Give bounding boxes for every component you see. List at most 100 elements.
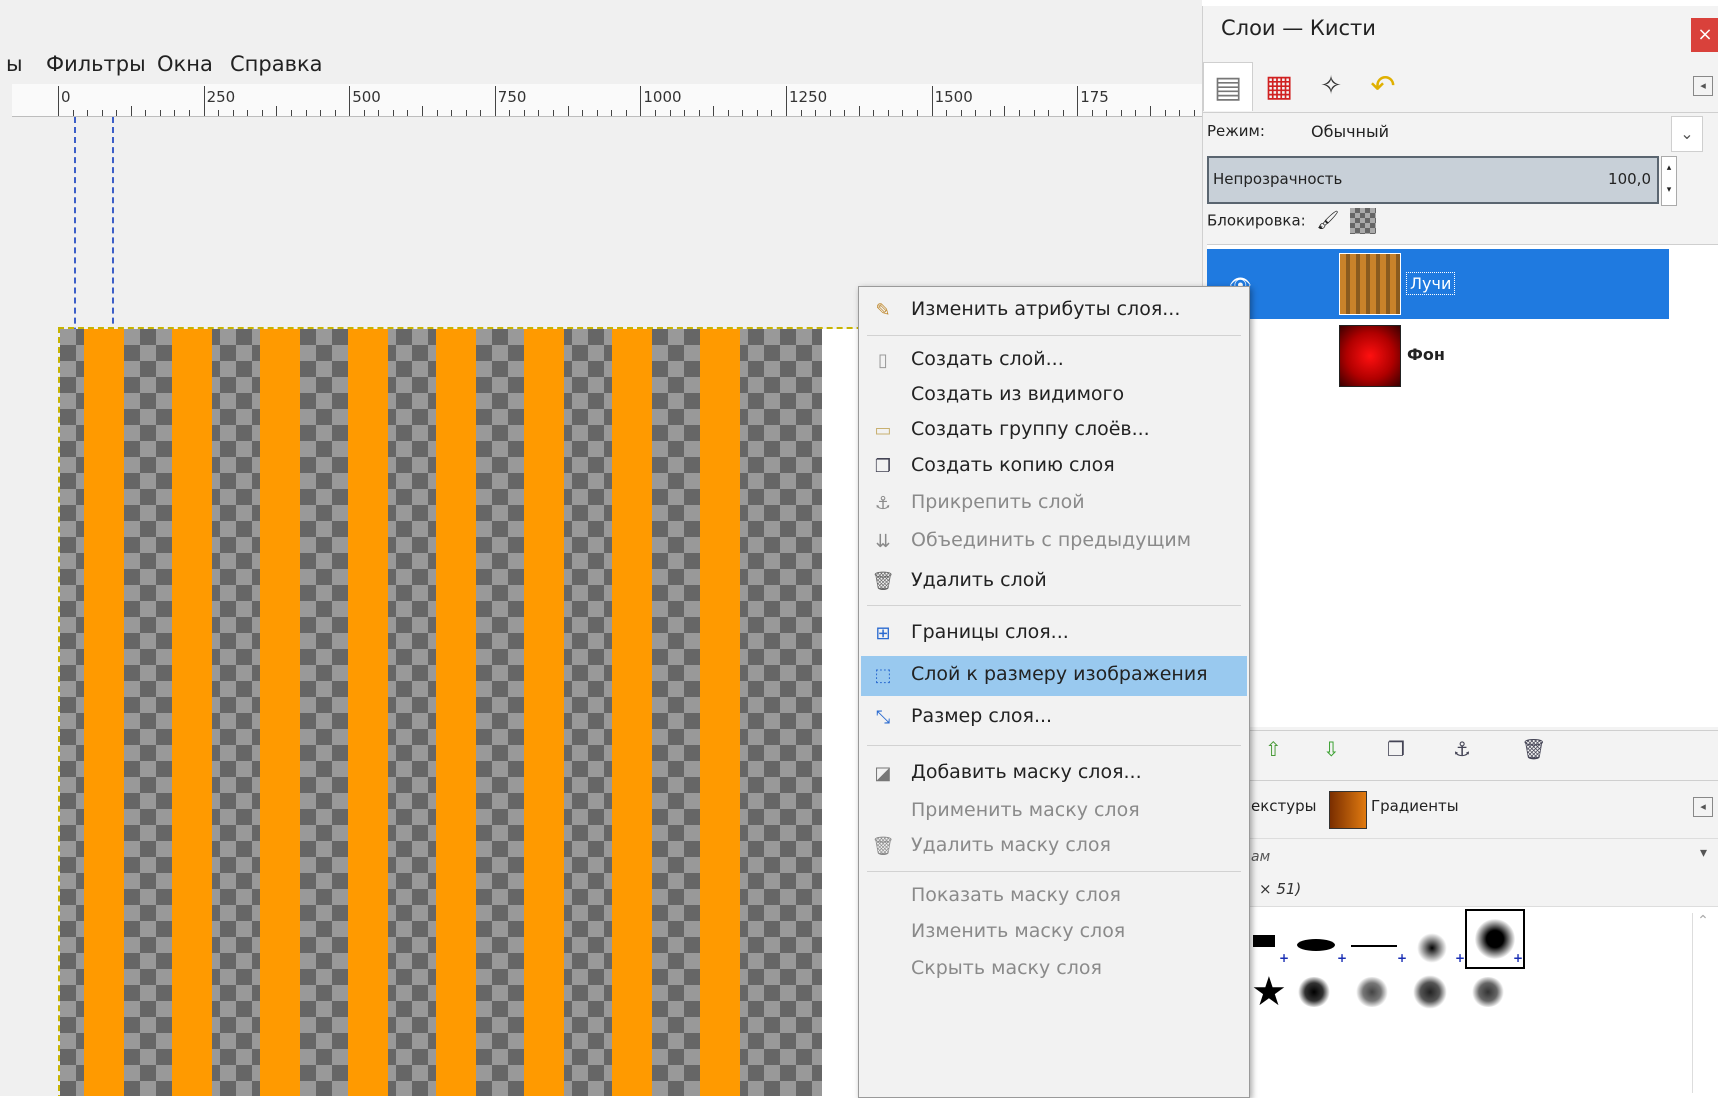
ruler-tick xyxy=(1135,110,1137,116)
mode-label: Режим: xyxy=(1207,122,1265,140)
menu-item-delete-layer-mask[interactable]: 🗑 Удалить маску слоя xyxy=(861,829,1247,865)
menu-item-edit-layer-mask[interactable]: Изменить маску слоя xyxy=(861,915,1247,951)
layer-row-rays[interactable]: 👁 Лучи xyxy=(1207,249,1669,319)
ruler-tick xyxy=(684,110,686,116)
menu-item-layer-boundary[interactable]: ⊞ Границы слоя... xyxy=(861,616,1247,652)
menu-item-show-layer-mask[interactable]: Показать маску слоя xyxy=(861,879,1247,915)
layer-name[interactable]: Лучи xyxy=(1405,272,1456,295)
menu-item-new-layer-group[interactable]: ▭ Создать группу слоёв... xyxy=(861,413,1247,449)
orange-stripe xyxy=(348,329,388,1096)
orange-stripe xyxy=(436,329,476,1096)
menu-item-disable-layer-mask[interactable]: Скрыть маску слоя xyxy=(861,952,1247,988)
ruler-tick xyxy=(946,110,948,116)
menu-item-merge-down[interactable]: ⇊ Объединить с предыдущим xyxy=(861,524,1247,560)
anchor-layer-icon[interactable]: ⚓ xyxy=(1453,737,1471,761)
ruler-tick xyxy=(130,106,132,116)
ruler-tick xyxy=(887,110,889,116)
gradient-swatch[interactable] xyxy=(1329,791,1367,829)
ruler-label: 500 xyxy=(352,88,381,106)
lock-alpha-icon[interactable] xyxy=(1350,208,1377,234)
brush-grid[interactable]: + + + + + ⌃ ★ xyxy=(1203,906,1718,1097)
ruler-tick xyxy=(276,106,278,116)
splatter-brush[interactable] xyxy=(1413,975,1447,1009)
dock-menu-icon[interactable]: ◂ xyxy=(1693,76,1713,96)
ruler-tick xyxy=(800,110,802,116)
brush-item[interactable] xyxy=(1351,925,1397,971)
splatter-brush[interactable] xyxy=(1355,977,1389,1007)
layers-icon: ▤ xyxy=(1213,69,1243,105)
ruler-tick xyxy=(1164,110,1166,116)
menu-item-anchor-layer[interactable]: ⚓ Прикрепить слой xyxy=(861,486,1247,522)
layer-row-background[interactable]: Фон xyxy=(1207,321,1669,391)
ruler-tick xyxy=(786,86,787,116)
menu-help[interactable]: Справка xyxy=(230,52,323,76)
ruler-tick xyxy=(436,110,438,116)
brush-item[interactable] xyxy=(1409,925,1455,971)
tab-channels[interactable]: ▦ xyxy=(1255,62,1303,110)
dock-menu-icon[interactable]: ◂ xyxy=(1693,797,1713,817)
lower-layer-icon[interactable]: ⇩ xyxy=(1323,737,1340,761)
add-mask-icon: ◪ xyxy=(874,763,892,784)
ruler-tick xyxy=(261,110,263,116)
menu-separator xyxy=(867,745,1241,746)
opacity-slider[interactable]: Непрозрачность 100,0 xyxy=(1207,156,1659,204)
close-button[interactable]: × xyxy=(1691,18,1718,52)
ruler-label: 1500 xyxy=(934,88,973,106)
ruler-tick xyxy=(742,110,744,116)
plus-icon: + xyxy=(1279,951,1290,965)
duplicate-layer-icon[interactable]: ❐ xyxy=(1387,737,1405,761)
mode-select[interactable]: Обычный ⌄ xyxy=(1311,116,1703,152)
brush-filter[interactable]: ам ▾ xyxy=(1203,838,1718,875)
ruler-tick xyxy=(975,110,977,116)
tab-paths[interactable]: ✧ xyxy=(1307,62,1355,110)
star-brush-icon[interactable]: ★ xyxy=(1251,969,1287,1015)
ruler-tick xyxy=(422,106,423,116)
splatter-brush[interactable] xyxy=(1471,977,1505,1007)
menu-item-cut[interactable]: ы xyxy=(6,52,23,76)
opacity-spinner[interactable]: ▴ ▾ xyxy=(1661,156,1677,206)
ruler-tick xyxy=(611,110,613,116)
opacity-value: 100,0 xyxy=(1608,170,1651,188)
dock-title: Слои — Кисти xyxy=(1221,16,1376,40)
menu-item-layer-to-image-size[interactable]: ⬚ Слой к размеру изображения xyxy=(861,656,1247,696)
ruler-label: 750 xyxy=(497,88,527,106)
ruler-label: 1250 xyxy=(789,88,828,106)
horizontal-ruler[interactable]: 0 250 500 750 1000 1250 1500 175 xyxy=(12,84,1202,117)
layers-dock: Слои — Кисти × ▤ ▦ ✧ ↶ ◂ Режим: Обычный … xyxy=(1202,6,1718,1097)
menu-item-duplicate-layer[interactable]: ❐ Создать копию слоя xyxy=(861,449,1247,485)
brush-item[interactable] xyxy=(1293,925,1339,971)
menu-item-edit-attributes[interactable]: ✎ Изменить атрибуты слоя... xyxy=(861,293,1247,329)
menu-item-scale-layer[interactable]: ⤡ Размер слоя... xyxy=(861,700,1247,736)
menu-item-delete-layer[interactable]: 🗑 Удалить слой xyxy=(861,564,1247,600)
ruler-tick xyxy=(654,110,656,116)
vertical-ruler[interactable] xyxy=(0,84,12,1096)
layer-thumbnail xyxy=(1339,253,1401,315)
menu-item-new-layer[interactable]: ▯ Создать слой... xyxy=(861,343,1247,379)
ruler-tick xyxy=(334,110,336,116)
menu-item-apply-layer-mask[interactable]: Применить маску слоя xyxy=(861,794,1247,830)
menu-windows[interactable]: Окна xyxy=(157,52,213,76)
menu-item-add-layer-mask[interactable]: ◪ Добавить маску слоя... xyxy=(861,756,1247,792)
ruler-tick xyxy=(1062,110,1064,116)
tab-undo-history[interactable]: ↶ xyxy=(1359,62,1407,110)
tab-layers[interactable]: ▤ xyxy=(1203,62,1253,111)
tab-textures[interactable]: екстуры xyxy=(1251,797,1317,815)
layer-name[interactable]: Фон xyxy=(1407,345,1445,364)
orange-stripe xyxy=(700,329,740,1096)
brush-scrollbar[interactable]: ⌃ xyxy=(1692,913,1713,1093)
menu-filters[interactable]: Фильтры xyxy=(46,52,146,76)
chevron-down-icon[interactable]: ▾ xyxy=(1700,845,1707,861)
ruler-tick xyxy=(553,110,555,116)
chevron-down-icon[interactable]: ⌄ xyxy=(1671,116,1703,152)
ruler-tick xyxy=(902,110,904,116)
menubar: ы Фильтры Окна Справка xyxy=(0,48,1202,82)
splatter-brush[interactable] xyxy=(1297,977,1331,1007)
raise-layer-icon[interactable]: ⇧ xyxy=(1265,737,1282,761)
lock-pixels-icon[interactable]: 🖌 xyxy=(1317,210,1340,231)
ruler-tick xyxy=(407,110,409,116)
layer-actions-bar: ⇧ ⇩ ❐ ⚓ 🗑 xyxy=(1203,730,1718,771)
opacity-label: Непрозрачность xyxy=(1213,170,1343,188)
tab-gradients[interactable]: Градиенты xyxy=(1371,797,1459,815)
delete-layer-icon[interactable]: 🗑 xyxy=(1521,737,1546,761)
menu-item-new-from-visible[interactable]: Создать из видимого xyxy=(861,378,1247,414)
